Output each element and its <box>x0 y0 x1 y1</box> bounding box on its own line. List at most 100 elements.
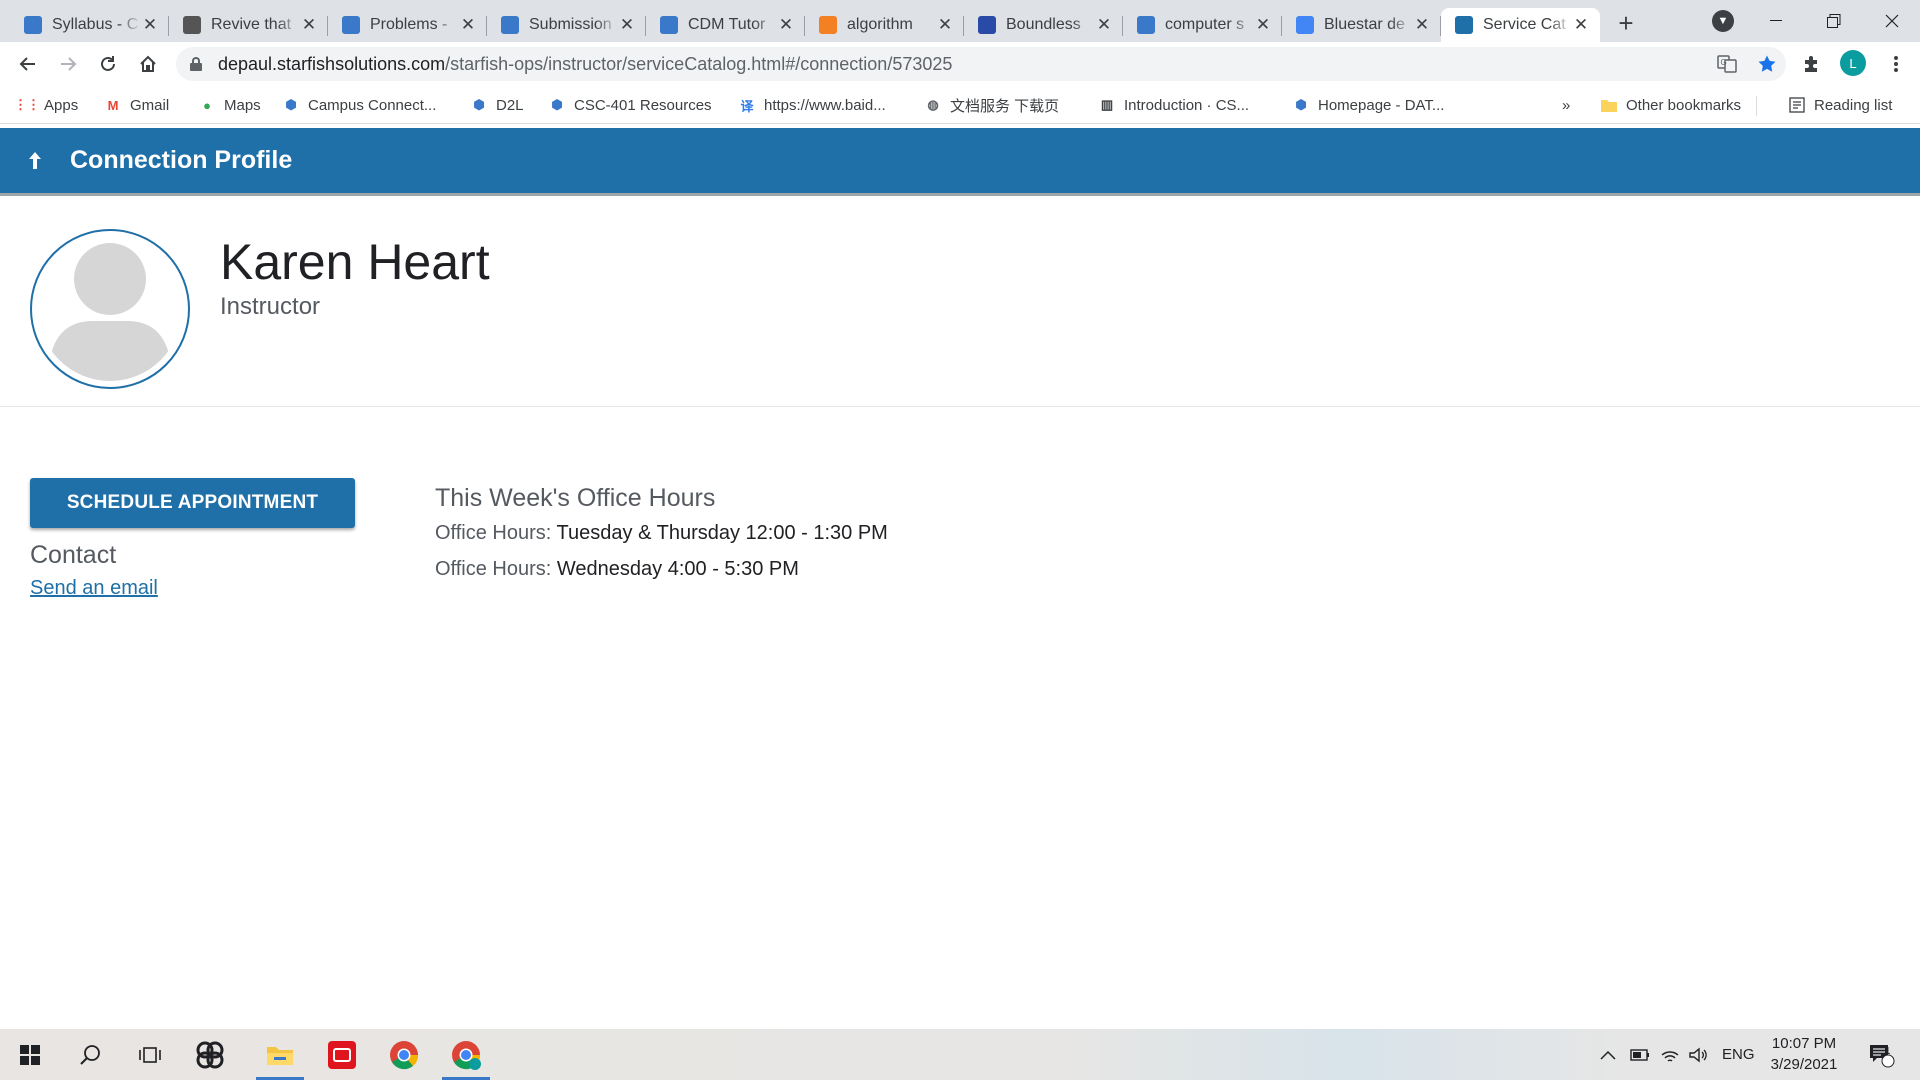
clock[interactable]: 10:07 PM 3/29/2021 <box>1760 1033 1848 1075</box>
file-explorer-icon[interactable] <box>250 1029 310 1080</box>
address-bar[interactable]: depaul.starfishsolutions.com/starfish-op… <box>176 47 1786 81</box>
wifi-icon[interactable] <box>1660 1029 1680 1080</box>
close-icon[interactable]: ✕ <box>1254 15 1272 34</box>
folder-icon <box>1600 96 1618 114</box>
browser-tab[interactable]: Service Cat ✕ <box>1441 8 1600 42</box>
chrome-icon[interactable] <box>374 1029 434 1080</box>
browser-tab[interactable]: algorithm ✕ <box>805 8 964 42</box>
language-indicator[interactable]: ENG <box>1722 1029 1755 1080</box>
new-tab-button[interactable]: + <box>1608 5 1644 41</box>
url-host: depaul.starfishsolutions.com <box>218 53 446 74</box>
diamond-icon <box>1137 16 1155 34</box>
url-path: /starfish-ops/instructor/serviceCatalog.… <box>445 53 953 74</box>
bookmark-item[interactable]: ⬢ CSC-401 Resources <box>548 94 712 116</box>
avatar <box>30 229 190 389</box>
home-icon[interactable] <box>132 48 164 80</box>
bookmark-label: CSC-401 Resources <box>574 96 712 114</box>
restore-button[interactable] <box>1806 0 1862 42</box>
bookmark-item[interactable]: M Gmail <box>104 94 170 116</box>
browser-tab[interactable]: Revive that ✕ <box>169 8 328 42</box>
gmail-icon: M <box>107 97 119 113</box>
bookmark-label: Maps <box>224 96 261 114</box>
pinwheel-app-icon[interactable] <box>180 1029 240 1080</box>
browser-toolbar: depaul.starfishsolutions.com/starfish-op… <box>0 42 1920 86</box>
office-hours-value: Wednesday 4:00 - 5:30 PM <box>556 558 799 580</box>
reading-list[interactable]: Reading list <box>1788 94 1892 116</box>
close-icon[interactable]: ✕ <box>459 15 477 34</box>
tab-title: Service Cat <box>1483 16 1566 33</box>
person-role: Instructor <box>220 293 321 320</box>
bookmark-item[interactable]: ⬢ D2L <box>470 94 523 116</box>
depaul-shield-icon: ⬢ <box>473 97 485 112</box>
profile-avatar[interactable]: L <box>1840 50 1866 76</box>
back-arrow-icon[interactable] <box>12 48 44 80</box>
bookmark-item[interactable]: ⬢ Homepage - DAT... <box>1292 94 1444 116</box>
browser-tab[interactable]: Submission ✕ <box>487 8 646 42</box>
bookmark-item[interactable]: 译 https://www.baid... <box>738 94 885 116</box>
profile-divider <box>0 406 1920 407</box>
reading-list-icon <box>1788 96 1806 114</box>
menu-kebab-icon[interactable] <box>1880 48 1912 80</box>
close-icon[interactable]: ✕ <box>618 15 636 34</box>
baidu-translate-icon: 译 <box>740 98 754 114</box>
bookmark-label: Homepage - DAT... <box>1318 96 1445 114</box>
office-hours-label: Office Hours: <box>435 558 552 580</box>
starfish-icon <box>1455 16 1473 34</box>
bookmark-item[interactable]: ⋮⋮ Apps <box>14 94 78 116</box>
schedule-appointment-button[interactable]: SCHEDULE APPOINTMENT <box>30 478 355 528</box>
notification-center-icon[interactable]: 1 <box>1868 1029 1896 1080</box>
windows-start-icon[interactable] <box>0 1029 60 1080</box>
browser-tab[interactable]: Problems - ✕ <box>328 8 487 42</box>
tab-title: Submission <box>529 16 612 33</box>
bookmark-item[interactable]: ⬢ Campus Connect... <box>282 94 436 116</box>
volume-icon[interactable] <box>1688 1029 1708 1080</box>
clock-time: 10:07 PM <box>1771 1035 1837 1052</box>
close-icon[interactable]: ✕ <box>1413 15 1431 34</box>
tab-title: Bluestar de <box>1324 16 1405 33</box>
bookmark-item[interactable]: ◍ 文档服务 下载页 <box>924 94 1059 116</box>
search-icon[interactable] <box>60 1029 120 1080</box>
browser-tab[interactable]: computer s ✕ <box>1123 8 1282 42</box>
browser-tab[interactable]: Syllabus - C ✕ <box>10 8 169 42</box>
tray-chevron-up-icon[interactable] <box>1600 1029 1616 1080</box>
page-header: Connection Profile <box>0 128 1920 196</box>
bookmark-star-icon[interactable] <box>1754 51 1780 77</box>
browser-tab[interactable]: CDM Tutor ✕ <box>646 8 805 42</box>
extensions-puzzle-icon[interactable] <box>1796 48 1828 80</box>
other-bookmarks-label: Other bookmarks <box>1626 96 1742 114</box>
depaul-shield-icon: ⬢ <box>285 97 297 112</box>
tab-title: CDM Tutor <box>688 16 766 33</box>
send-email-link[interactable]: Send an email <box>30 577 158 600</box>
close-icon[interactable]: ✕ <box>777 15 795 34</box>
browser-tab[interactable]: Bluestar de ✕ <box>1282 8 1441 42</box>
bookmarks-overflow-chevron[interactable]: » <box>1562 94 1570 116</box>
other-bookmarks[interactable]: Other bookmarks <box>1600 94 1741 116</box>
close-icon[interactable]: ✕ <box>300 15 318 34</box>
close-icon[interactable]: ✕ <box>141 15 159 34</box>
chrome-profile-icon[interactable] <box>436 1029 496 1080</box>
close-icon[interactable]: ✕ <box>1572 15 1590 34</box>
bookmark-item[interactable]: ▥ Introduction · CS... <box>1098 94 1249 116</box>
tab-search-icon[interactable]: ▼ <box>1712 10 1734 32</box>
youdao-dictionary-icon[interactable] <box>312 1029 372 1080</box>
browser-tab[interactable]: Boundless ✕ <box>964 8 1123 42</box>
globe-icon: ◍ <box>927 97 939 112</box>
close-icon[interactable]: ✕ <box>936 15 954 34</box>
forward-arrow-icon[interactable] <box>52 48 84 80</box>
up-arrow-icon[interactable] <box>0 127 70 195</box>
lock-icon[interactable] <box>190 57 202 71</box>
minimize-button[interactable] <box>1748 0 1804 42</box>
depaul-shield-icon <box>660 16 678 34</box>
svg-text:G: G <box>1721 58 1727 67</box>
tab-title: Syllabus - C <box>52 16 139 33</box>
close-window-button[interactable] <box>1864 0 1920 42</box>
tab-title: Boundless <box>1006 16 1081 33</box>
office-hours-label: Office Hours: <box>435 522 552 544</box>
translate-icon[interactable]: G <box>1714 51 1740 77</box>
reload-icon[interactable] <box>92 48 124 80</box>
bookmark-item[interactable]: ● Maps <box>198 94 261 116</box>
battery-icon[interactable] <box>1630 1029 1650 1080</box>
close-icon[interactable]: ✕ <box>1095 15 1113 34</box>
stackoverflow-icon <box>819 16 837 34</box>
task-view-icon[interactable] <box>120 1029 180 1080</box>
